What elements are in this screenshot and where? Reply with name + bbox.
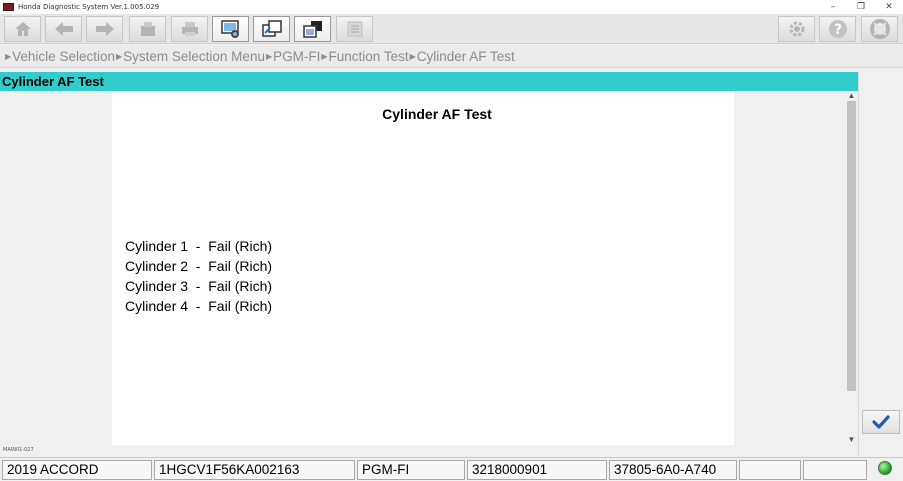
- scroll-thumb[interactable]: [847, 101, 856, 391]
- title-bar: Honda Diagnostic System Ver.1.005.029 – …: [0, 0, 903, 14]
- ok-button[interactable]: [862, 410, 900, 434]
- scroll-down-icon[interactable]: ▼: [846, 435, 857, 445]
- right-panel: [858, 72, 903, 456]
- vertical-scrollbar[interactable]: ▲ ▼: [846, 91, 857, 446]
- window-switch-icon: [261, 20, 282, 37]
- chevron-right-icon: ▶: [321, 51, 328, 61]
- chevron-right-icon: ▶: [409, 51, 416, 61]
- window-stack-button[interactable]: [294, 16, 331, 42]
- vehicle-model: 2019 ACCORD: [2, 460, 152, 480]
- home-button[interactable]: [4, 16, 41, 42]
- printer-icon: [181, 22, 198, 36]
- result-line: Cylinder 4 - Fail (Rich): [125, 298, 273, 314]
- gear-icon: [789, 21, 804, 37]
- ecu-id: 3218000901: [467, 460, 607, 480]
- data-grid-icon: [347, 21, 362, 37]
- forward-button[interactable]: [86, 16, 123, 42]
- settings-button[interactable]: [778, 16, 815, 42]
- close-window-button[interactable]: ✕: [875, 0, 903, 14]
- arrow-right-icon: [95, 22, 114, 36]
- svg-text:?: ?: [833, 22, 841, 38]
- breadcrumb: ▶ Vehicle Selection ▶ System Selection Men…: [0, 45, 903, 68]
- breadcrumb-cylinder-af-test: ▶ Cylinder AF Test: [409, 48, 515, 64]
- breadcrumb-function-test[interactable]: ▶ Function Test: [320, 49, 408, 64]
- software-part-number: 37805-6A0-A740: [609, 460, 737, 480]
- scroll-up-icon[interactable]: ▲: [846, 91, 857, 101]
- arrow-left-icon: [54, 22, 73, 36]
- status-bar: 2019 ACCORD 1HGCV1F56KA002163 PGM-FI 321…: [0, 457, 903, 481]
- status-cell-empty: [739, 460, 801, 480]
- save-icon: [140, 22, 155, 36]
- chevron-right-icon: ▶: [115, 51, 123, 61]
- chevron-right-icon: ▶: [265, 51, 273, 61]
- honda-app-icon: [3, 3, 14, 11]
- minimize-button[interactable]: –: [819, 0, 847, 14]
- result-list: Cylinder 1 - Fail (Rich) Cylinder 2 - Fa…: [125, 236, 272, 316]
- print-button[interactable]: [171, 16, 208, 42]
- help-button[interactable]: ?: [819, 16, 856, 42]
- screen-capture-icon: [220, 20, 239, 38]
- back-button[interactable]: [45, 16, 82, 42]
- document-title: Cylinder AF Test: [382, 106, 492, 122]
- app-window: Honda Diagnostic System Ver.1.005.029 – …: [0, 0, 903, 481]
- connection-status-icon: [878, 461, 892, 475]
- maximize-button[interactable]: ❐: [847, 0, 875, 14]
- help-icon: ?: [828, 20, 847, 38]
- checkmark-icon: [872, 415, 890, 429]
- breadcrumb-pgm-fi[interactable]: ▶ PGM-FI: [265, 49, 320, 64]
- save-button[interactable]: [129, 16, 166, 42]
- status-cell-empty: [803, 460, 867, 480]
- data-button[interactable]: [336, 16, 373, 42]
- exit-button[interactable]: [861, 16, 898, 42]
- lifebuoy-icon: [869, 19, 890, 39]
- result-line: Cylinder 3 - Fail (Rich): [125, 278, 273, 294]
- screenshot-button[interactable]: [212, 16, 249, 42]
- screen-code: MAIN01-027: [3, 447, 34, 453]
- section-header: Cylinder AF Test: [0, 72, 858, 91]
- result-line: Cylinder 2 - Fail (Rich): [125, 258, 273, 274]
- vin-number: 1HGCV1F56KA002163: [154, 460, 355, 480]
- content-margin: [734, 91, 846, 455]
- result-line: Cylinder 1 - Fail (Rich): [125, 238, 273, 254]
- switch-view-button[interactable]: [253, 16, 290, 42]
- window-stack-icon: [302, 21, 322, 38]
- left-panel: MAIN01-027: [0, 91, 112, 455]
- system-name: PGM-FI: [357, 460, 465, 480]
- window-controls: – ❐ ✕: [819, 0, 903, 14]
- result-document: Cylinder AF Test Cylinder 1 - Fail (Rich…: [112, 91, 734, 445]
- breadcrumb-vehicle-selection[interactable]: ▶ Vehicle Selection: [4, 49, 115, 64]
- breadcrumb-system-selection[interactable]: ▶ System Selection Menu: [115, 49, 265, 64]
- toolbar: ?: [0, 14, 903, 44]
- chevron-right-icon: ▶: [5, 51, 12, 61]
- window-title: Honda Diagnostic System Ver.1.005.029: [18, 3, 160, 11]
- home-icon: [14, 22, 31, 36]
